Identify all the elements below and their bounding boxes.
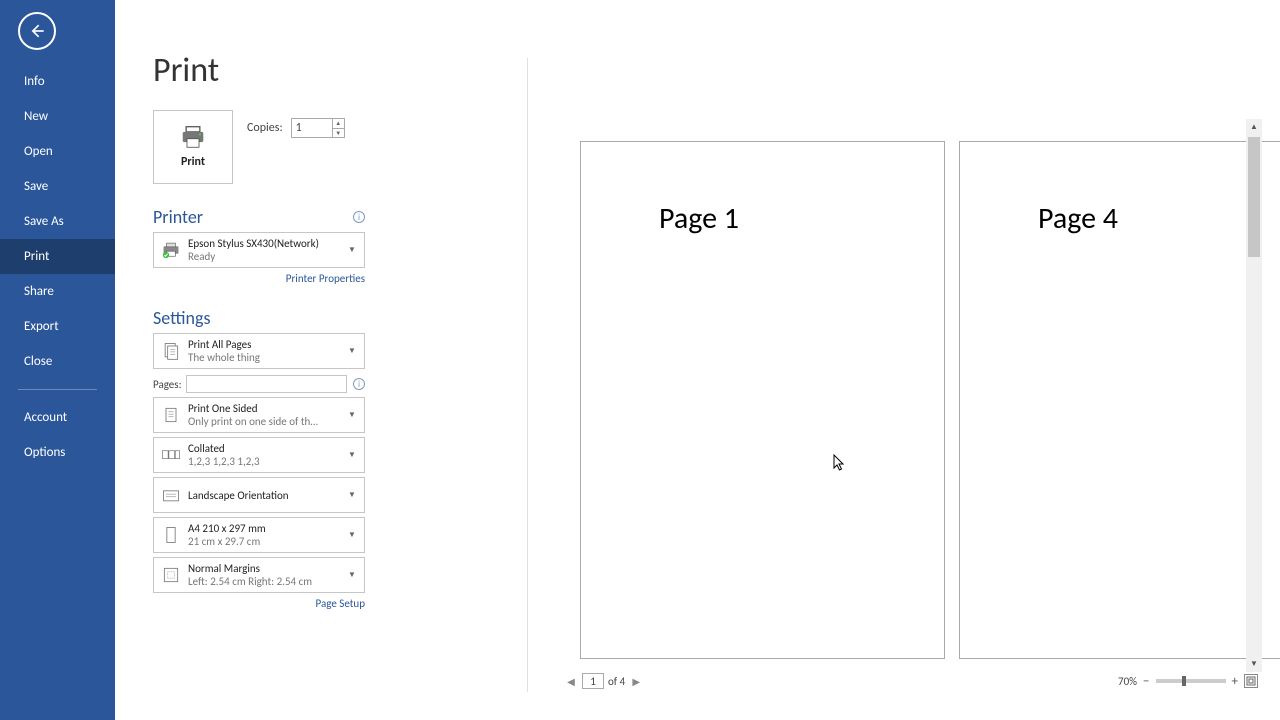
print-range-selector[interactable]: Print All Pages The whole thing ▼	[153, 333, 365, 369]
printer-status: Ready	[188, 250, 348, 263]
pages-info-icon[interactable]: i	[353, 378, 365, 390]
chevron-down-icon: ▼	[348, 530, 364, 540]
print-preview: Page 1 Page 4 ▲ ▼ ◀ 1 of 4 ▶ 70% −	[528, 115, 1262, 692]
print-button[interactable]: Print	[153, 110, 233, 184]
prev-page-button[interactable]: ◀	[564, 675, 578, 688]
sidebar-separator	[18, 389, 97, 390]
printer-name: Epson Stylus SX430(Network)	[188, 237, 348, 250]
copies-label: Copies:	[247, 121, 283, 135]
margins-icon	[154, 565, 188, 585]
chevron-down-icon: ▼	[348, 245, 364, 255]
sidebar-item-account[interactable]: Account	[0, 400, 115, 435]
preview-page-label: Page 4	[1038, 200, 1118, 237]
one-sided-icon	[154, 405, 188, 425]
printer-selector[interactable]: Epson Stylus SX430(Network) Ready ▼	[153, 232, 365, 268]
printer-header: Printer	[153, 206, 203, 228]
margins-selector[interactable]: Normal Margins Left: 2.54 cm Right: 2.54…	[153, 557, 365, 593]
chevron-down-icon: ▼	[348, 570, 364, 580]
sidebar-item-info[interactable]: Info	[0, 64, 115, 99]
sidebar-item-print[interactable]: Print	[0, 239, 115, 274]
sidebar-item-new[interactable]: New	[0, 99, 115, 134]
landscape-icon	[154, 485, 188, 505]
collated-icon	[154, 445, 188, 465]
backstage-sidebar: Info New Open Save Save As Print Share E…	[0, 0, 115, 720]
back-button[interactable]	[18, 12, 56, 50]
zoom-slider[interactable]	[1156, 679, 1226, 683]
chevron-down-icon: ▼	[348, 450, 364, 460]
printer-icon	[179, 125, 207, 149]
scroll-up-icon[interactable]: ▲	[1246, 119, 1262, 135]
print-button-label: Print	[181, 155, 205, 169]
copies-spinner[interactable]: ▲▼	[332, 119, 344, 137]
pages-label: Pages:	[153, 378, 182, 391]
sidebar-item-export[interactable]: Export	[0, 309, 115, 344]
page-of-label: of 4	[608, 675, 625, 688]
page-size-icon	[154, 525, 188, 545]
paper-size-selector[interactable]: A4 210 x 297 mm 21 cm x 29.7 cm ▼	[153, 517, 365, 553]
zoom-in-button[interactable]: +	[1232, 674, 1238, 689]
zoom-out-button[interactable]: −	[1143, 674, 1149, 689]
current-page-input[interactable]: 1	[582, 673, 604, 689]
sidebar-item-open[interactable]: Open	[0, 134, 115, 169]
zoom-fit-button[interactable]	[1244, 674, 1258, 688]
next-page-button[interactable]: ▶	[629, 675, 643, 688]
chevron-down-icon: ▼	[348, 490, 364, 500]
settings-header: Settings	[153, 307, 211, 329]
scroll-thumb[interactable]	[1248, 137, 1260, 257]
pages-icon	[154, 341, 188, 361]
preview-page: Page 4	[959, 141, 1280, 659]
chevron-down-icon: ▼	[348, 346, 364, 356]
printer-properties-link[interactable]: Printer Properties	[153, 272, 365, 285]
zoom-level-label: 70%	[1118, 675, 1137, 688]
sidebar-item-options[interactable]: Options	[0, 435, 115, 470]
page-setup-link[interactable]: Page Setup	[153, 597, 365, 610]
orientation-selector[interactable]: Landscape Orientation ▼	[153, 477, 365, 513]
sidebar-item-share[interactable]: Share	[0, 274, 115, 309]
sidebar-item-close[interactable]: Close	[0, 344, 115, 379]
copies-input[interactable]: 1 ▲▼	[291, 118, 345, 138]
sides-selector[interactable]: Print One Sided Only print on one side o…	[153, 397, 365, 433]
cursor-icon	[833, 454, 845, 477]
preview-page-label: Page 1	[659, 200, 739, 237]
pages-input[interactable]	[186, 375, 347, 393]
preview-scrollbar[interactable]: ▲ ▼	[1246, 119, 1262, 672]
collate-selector[interactable]: Collated 1,2,3 1,2,3 1,2,3 ▼	[153, 437, 365, 473]
printer-status-icon	[154, 240, 188, 260]
printer-info-icon[interactable]: i	[353, 211, 365, 223]
page-title: Print	[153, 50, 1280, 91]
chevron-down-icon: ▼	[348, 410, 364, 420]
sidebar-item-save-as[interactable]: Save As	[0, 204, 115, 239]
preview-page: Page 1	[580, 141, 945, 659]
sidebar-item-save[interactable]: Save	[0, 169, 115, 204]
